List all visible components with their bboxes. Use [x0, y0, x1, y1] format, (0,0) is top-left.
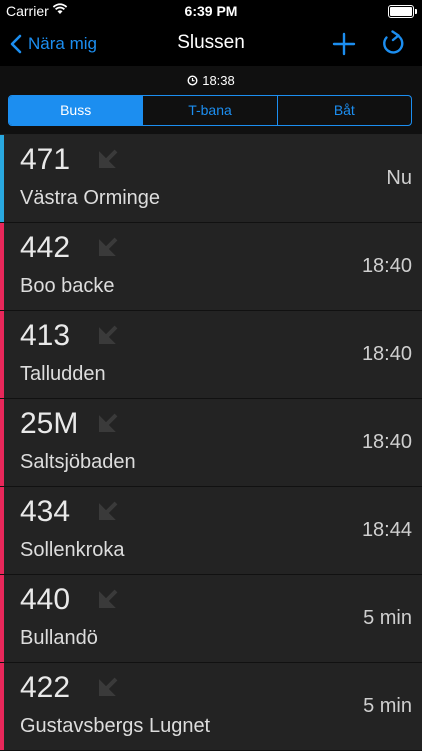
line-color-bar	[0, 399, 4, 486]
navigation-bar: Nära mig Slussen	[0, 22, 422, 66]
line-color-bar	[0, 575, 4, 662]
departure-row[interactable]: 413 Talludden 18:40	[0, 311, 422, 399]
direction-arrow-icon	[99, 325, 118, 344]
destination: Bullandö	[20, 627, 98, 649]
line-number: 25M	[20, 407, 79, 440]
add-icon[interactable]	[331, 31, 357, 57]
departure-row[interactable]: 25M Saltsjöbaden 18:40	[0, 399, 422, 487]
line-number: 422	[20, 671, 71, 704]
tab-boat[interactable]: Båt	[276, 96, 411, 125]
destination: Gustavsbergs Lugnet	[20, 715, 211, 737]
departure-time: 18:44	[361, 519, 412, 541]
tab-metro[interactable]: T-bana	[142, 96, 276, 125]
departure-row[interactable]: 471 Västra Orminge Nu	[0, 135, 422, 223]
destination: Saltsjöbaden	[20, 451, 136, 473]
line-color-bar	[0, 663, 4, 750]
departure-time: 18:40	[361, 255, 412, 277]
departure-time: 18:40	[361, 343, 412, 365]
departure-time: 18:40	[361, 431, 412, 453]
line-number: 440	[20, 583, 71, 616]
last-updated-time: 18:38	[202, 73, 235, 88]
tab-bus[interactable]: Buss	[9, 96, 143, 125]
departure-list: 471 Västra Orminge Nu 442 Boo backe 18:4…	[0, 135, 422, 751]
departure-row[interactable]: 442 Boo backe 18:40	[0, 223, 422, 311]
battery-level	[390, 7, 412, 16]
departure-time: Nu	[386, 167, 412, 189]
direction-arrow-icon	[99, 237, 118, 256]
destination: Sollenkroka	[20, 539, 125, 561]
line-number: 413	[20, 319, 71, 352]
line-color-bar	[0, 135, 4, 222]
clock-icon	[187, 75, 198, 86]
line-number: 471	[20, 143, 71, 176]
destination: Talludden	[20, 363, 106, 385]
direction-arrow-icon	[99, 413, 118, 432]
direction-arrow-icon	[99, 589, 118, 608]
destination: Boo backe	[20, 275, 115, 297]
line-color-bar	[0, 223, 4, 310]
transport-mode-selector: Buss T-bana Båt	[8, 95, 412, 126]
line-number: 434	[20, 495, 71, 528]
line-color-bar	[0, 487, 4, 574]
destination: Västra Orminge	[20, 187, 161, 209]
departure-time: 5 min	[363, 695, 412, 717]
line-color-bar	[0, 311, 4, 398]
direction-arrow-icon	[99, 501, 118, 520]
subheader: 18:38 Buss T-bana Båt	[0, 66, 422, 134]
direction-arrow-icon	[99, 677, 118, 696]
battery-icon	[388, 5, 417, 18]
direction-arrow-icon	[99, 149, 118, 168]
departure-row[interactable]: 422 Gustavsbergs Lugnet 5 min	[0, 663, 422, 751]
line-number: 442	[20, 231, 71, 264]
refresh-icon[interactable]	[380, 30, 406, 58]
status-time: 6:39 PM	[184, 3, 238, 19]
departure-row[interactable]: 434 Sollenkroka 18:44	[0, 487, 422, 575]
page-title: Slussen	[177, 32, 245, 53]
departure-row[interactable]: 440 Bullandö 5 min	[0, 575, 422, 663]
departure-time: 5 min	[363, 607, 412, 629]
status-bar: Carrier 6:39 PM	[0, 0, 422, 22]
last-updated: 18:38	[0, 73, 422, 88]
